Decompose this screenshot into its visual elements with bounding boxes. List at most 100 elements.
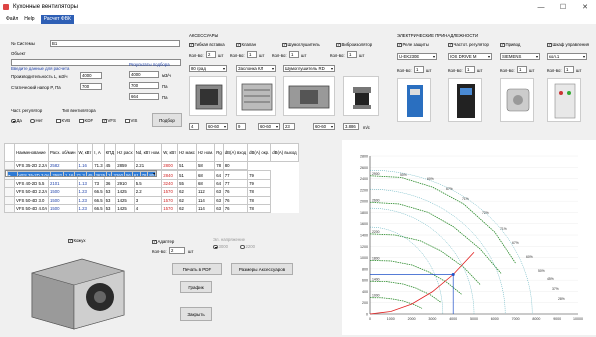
table-cell: 63 <box>214 203 224 214</box>
acc-qty-3[interactable]: 1 <box>289 51 299 58</box>
menu-file[interactable]: Файл <box>6 16 18 22</box>
series-label: 2200 <box>372 230 380 234</box>
y-tick-label: 1200 <box>360 245 368 249</box>
el-qty-1[interactable]: 1 <box>414 66 424 73</box>
voltage-3000[interactable]: 3000 <box>213 244 228 250</box>
acc-qty-2[interactable]: 1 <box>247 51 257 58</box>
accessory-sizes-button[interactable]: Размеры Аксессуаров <box>231 263 293 275</box>
table-cell: 53 <box>103 195 117 205</box>
voltage-2200[interactable]: 2200 <box>240 244 255 250</box>
adapter-qty-label: Кол-во: <box>152 249 167 254</box>
efficiency-curve <box>369 188 506 315</box>
valve-select[interactable]: Заслонка КЛ <box>236 65 276 72</box>
table-row[interactable]: VFS 50-4D 2.2л 1500 1.23 66.5 53 1425 2.2 1570 6… <box>4 187 299 197</box>
accessories-header: АКСЕССУАРЫ <box>189 33 219 38</box>
type-kdf-label: KDF <box>84 118 94 123</box>
table-cell: 3635 <box>93 171 108 177</box>
radio-no-icon <box>30 118 35 124</box>
table-row[interactable]: VFS 35-2D 2.2л 2582 1.16 71.3 45 2859 2.21 2800… <box>4 160 299 171</box>
table-row[interactable]: VFS 50-4D 3.0 1500 1.23 66.5 53 1425 3 1570 62 11… <box>4 195 299 205</box>
acc-qty-label-4: Кол-во: <box>330 53 345 58</box>
el-qty-4[interactable]: 1 <box>564 66 574 73</box>
table-row[interactable]: VFS 40-2D 5.5 2101 1.13 73 36 2910 5.5 3240 55 68… <box>4 178 299 189</box>
vibro-check[interactable]: Виброизолятор <box>336 42 372 48</box>
close-button[interactable]: Закрыть <box>180 307 212 321</box>
checkbox-checked-icon <box>500 42 505 48</box>
acc-size-1[interactable]: 60-60 <box>206 123 228 130</box>
acc-qty-label-1: Кол-во: <box>189 53 204 58</box>
regulator-yes[interactable]: Да <box>11 118 22 124</box>
el-qty-label-3: Кол-во: <box>500 68 515 73</box>
silencer-check[interactable]: Шумоглушитель <box>282 42 320 48</box>
electrical-header: ЭЛЕКТРИЧЕСКИЕ ПРИНАДЛЕЖНОСТИ <box>397 33 479 38</box>
select-button[interactable]: Подбор <box>152 113 182 127</box>
table-cell: VFS 50-4D 3.0 <box>14 195 49 205</box>
table-cell: 45 <box>103 160 117 171</box>
flex-connector-image <box>189 76 227 116</box>
regulator-no[interactable]: Нет <box>30 118 43 124</box>
table-row[interactable]: ▸ VFS 35-2D 3.0л 2582 1.16 71.3 45 3635 3 3260 56… <box>4 170 158 178</box>
y-tick-label: 2800 <box>360 155 368 159</box>
drive-check[interactable]: Привод <box>500 42 520 48</box>
y-tick-label: 400 <box>362 290 368 294</box>
efficiency-label: 50% <box>400 173 407 177</box>
freq-label: Частот. регулятор <box>453 42 489 47</box>
acc-size-2[interactable]: 60-60 <box>258 123 280 130</box>
radio-yes-icon <box>11 118 16 124</box>
col-header: КПД <box>103 143 117 162</box>
acc-qty-4[interactable]: 1 <box>347 51 357 58</box>
table-cell: 68 <box>195 170 216 180</box>
type-vfs[interactable]: VFS <box>102 118 116 123</box>
casing-check[interactable]: Кожух <box>68 238 86 244</box>
menu-calc[interactable]: Расчет ФВК <box>40 14 74 24</box>
type-kvb[interactable]: KVB <box>56 118 70 124</box>
graph-button[interactable]: График <box>180 281 212 293</box>
y-tick-label: 0 <box>366 313 368 317</box>
silencer-select[interactable]: Шумоглушитель RD <box>283 65 335 72</box>
voltage-label: Эл. напряжение <box>213 237 246 242</box>
y-tick-label: 1600 <box>360 222 368 226</box>
menu-help[interactable]: Help <box>24 16 34 22</box>
results-header: Результаты подбора <box>129 62 170 67</box>
drive-select[interactable]: SIEMENS <box>500 53 540 60</box>
series-line <box>369 251 475 315</box>
panel-check[interactable]: Шкаф управления <box>547 42 589 48</box>
acc-qty-label-3: Кол-во: <box>272 53 287 58</box>
acc-qty-1[interactable]: 2 <box>206 51 216 58</box>
pressure-label: Статический напор P, Па <box>11 85 61 90</box>
acc-value-g: 3.886 <box>343 123 359 130</box>
close-window-button[interactable]: ✕ <box>574 0 596 14</box>
acc-size-3[interactable]: 60-60 <box>313 123 335 130</box>
table-cell: 66.5 <box>92 195 105 205</box>
minimize-button[interactable]: — <box>530 0 552 14</box>
el-qty-3[interactable]: 1 <box>517 66 527 73</box>
type-vis[interactable]: VIS <box>125 118 137 124</box>
flex-select[interactable]: 80 град <box>189 65 227 72</box>
pressure-input[interactable]: 700 <box>80 83 102 90</box>
col-header: Nd, кВт ном. <box>133 143 163 162</box>
freq-select[interactable]: IOS DRIVE M <box>448 53 492 60</box>
print-pdf-button[interactable]: Печать в PDF <box>172 263 222 275</box>
maximize-button[interactable]: ☐ <box>552 0 574 14</box>
type-kdf[interactable]: KDF <box>79 118 94 124</box>
flex-label: Гибкая вставка <box>194 42 225 47</box>
system-input[interactable]: В1 <box>50 40 180 47</box>
row-indicator <box>4 178 15 189</box>
flex-check[interactable]: Гибкая вставка <box>189 42 225 48</box>
el-unit-3: шт <box>529 68 535 73</box>
x-tick-label: 6000 <box>491 317 499 321</box>
efficiency-label: 67% <box>512 241 519 245</box>
valve-check[interactable]: Клапан <box>236 42 256 48</box>
adapter-qty[interactable]: 2 <box>169 247 185 254</box>
adapter-check[interactable]: Адаптер <box>152 239 174 245</box>
flow-input[interactable]: 4000 <box>80 72 102 79</box>
relay-check[interactable]: Реле защиты <box>397 42 429 48</box>
freq-check[interactable]: Частот. регулятор <box>448 42 489 48</box>
relay-select[interactable]: U-EK230E <box>397 53 437 60</box>
fan-table: Наименование Расх. об/мин W, кВт I, А КП… <box>4 143 299 214</box>
acc-unit-ms: m/c <box>363 125 370 130</box>
table-row[interactable]: VFS 50-4D 4.0л 1500 1.23 66.5 53 1425 4 1570 62 1… <box>4 203 299 214</box>
table-cell: 1425 <box>115 203 135 214</box>
panel-select[interactable]: кол.1 <box>547 53 587 60</box>
el-qty-2[interactable]: 1 <box>465 66 475 73</box>
